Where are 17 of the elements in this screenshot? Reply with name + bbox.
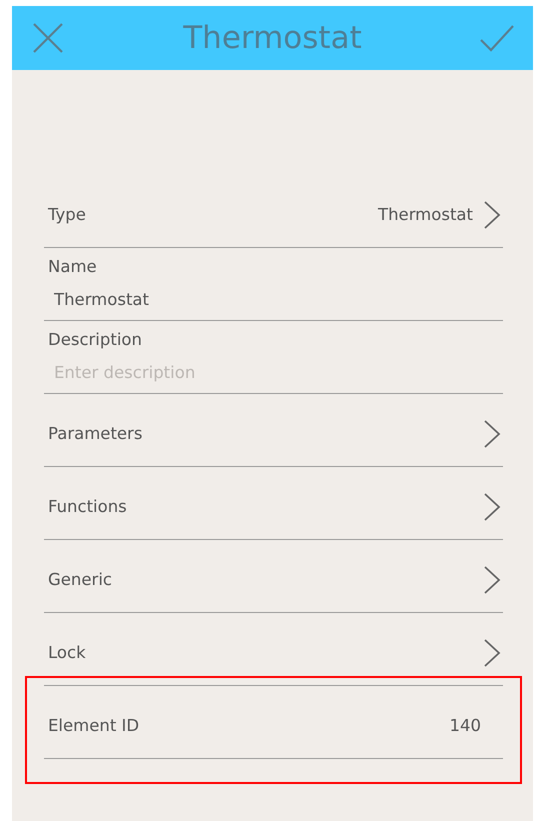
nav-row[interactable]: Generic <box>44 540 503 613</box>
row-label: Element ID <box>47 714 140 737</box>
row-label: Type <box>47 204 86 226</box>
window-title: Thermostat <box>183 18 362 58</box>
row-label: Generic <box>47 568 112 591</box>
nav-row[interactable]: Type Thermostat <box>44 175 503 248</box>
field-label: Description <box>47 329 143 352</box>
nav-row[interactable]: Functions <box>44 467 503 540</box>
row-label: Lock <box>47 642 86 664</box>
field-label: Name <box>47 256 98 278</box>
row-label: Functions <box>47 496 127 518</box>
row-label: Parameters <box>47 422 142 445</box>
row-value: Thermostat <box>378 204 473 226</box>
text-field[interactable]: Thermostat <box>44 288 503 313</box>
nav-row[interactable]: Lock <box>44 613 503 686</box>
row-value: 140 <box>450 714 481 737</box>
nav-row[interactable]: Parameters <box>44 394 503 467</box>
